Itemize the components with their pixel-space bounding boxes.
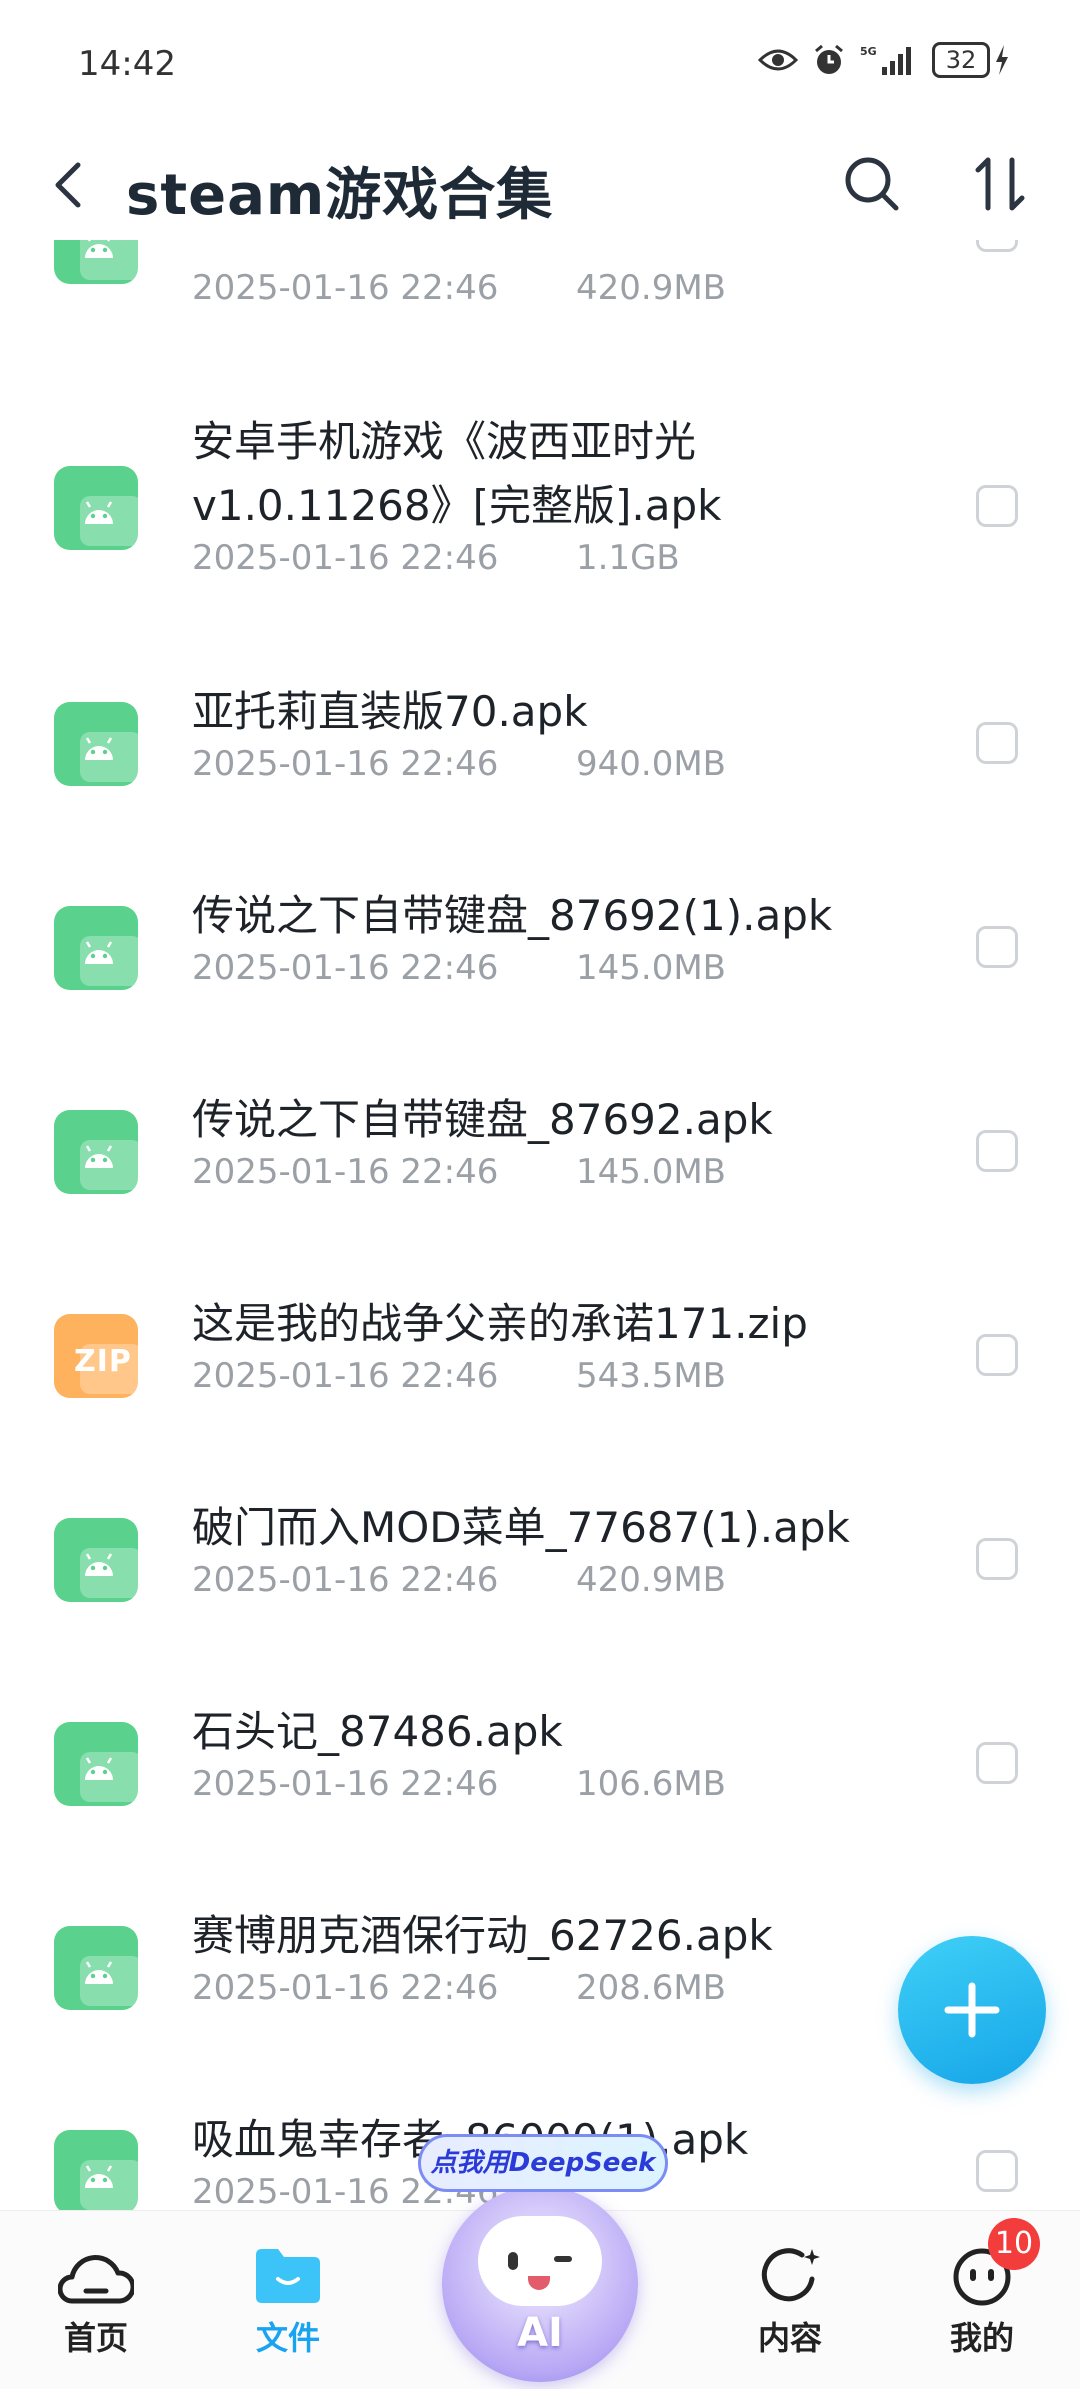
file-date: 2025-01-16 22:46 [192,744,499,784]
deepseek-promo-bubble[interactable]: 点我用DeepSeek [418,2134,668,2192]
back-icon[interactable] [40,155,100,215]
file-date: 2025-01-16 22:46 [192,268,499,308]
file-meta: 2025-01-16 22:46 208.6MB [192,1968,726,2008]
zip-file-icon: ZIP [54,1314,142,1398]
tab-files[interactable]: 文件 [218,2245,358,2359]
file-size: 543.5MB [576,1356,726,1396]
file-date: 2025-01-16 22:46 [192,538,499,578]
alarm-icon [815,44,843,74]
file-size: 145.0MB [576,1152,726,1192]
file-row[interactable]: 传说之下自带键盘_87692.apk 2025-01-16 22:46 145.0… [0,1088,1080,1208]
page-title: steam游戏合集 [126,163,554,228]
folder-icon [256,2249,320,2303]
file-date: 2025-01-16 22:46 [192,1560,499,1600]
file-size: 208.6MB [576,1968,726,2008]
zip-label: ZIP [74,1344,132,1379]
tab-content[interactable]: 内容 [720,2245,860,2359]
file-row[interactable]: 安卓手机游戏《波西亚时光v1.0.11268》[完整版].apk 2025-01… [0,410,1080,578]
file-date: 2025-01-16 22:46 [192,1968,499,2008]
apk-file-icon [54,1518,142,1602]
file-checkbox[interactable] [976,1742,1018,1784]
file-checkbox[interactable] [976,1334,1018,1376]
tab-label: 文件 [255,2319,320,2357]
file-checkbox[interactable] [976,1538,1018,1580]
file-row[interactable]: 亚托莉直装版70.apk 2025-01-16 22:46 940.0MB [0,680,1080,800]
file-name: 传说之下自带键盘_87692(1).apk [192,891,833,940]
apk-file-icon [54,1722,142,1806]
file-size: 940.0MB [576,744,726,784]
file-size: 420.9MB [576,1560,726,1600]
file-name: 传说之下自带键盘_87692.apk [192,1095,773,1144]
file-row[interactable]: 2025-01-16 22:46 420.9MB [0,240,1080,330]
file-name: 亚托莉直装版70.apk [192,687,588,736]
file-row[interactable]: 破门而入MOD菜单_77687(1).apk 2025-01-16 22:46 4… [0,1496,1080,1616]
plus-icon [944,1982,1000,2038]
file-list[interactable]: 2025-01-16 22:46 420.9MB 安卓手机游戏《波西亚时光v1.0… [0,240,1080,2210]
apk-file-icon [54,906,142,990]
file-meta: 2025-01-16 22:46 106.6MB [192,1764,726,1804]
file-size: 420.9MB [576,268,726,308]
file-checkbox[interactable] [976,722,1018,764]
file-meta: 2025-01-16 22:46 145.0MB [192,1152,726,1192]
eye-icon [758,49,798,71]
apk-file-icon [54,1110,142,1194]
file-name: 赛博朋克酒保行动_62726.apk [192,1911,773,1960]
home-cloud-icon [58,2255,134,2304]
file-row[interactable]: 石头记_87486.apk 2025-01-16 22:46 106.6MB [0,1700,1080,1820]
header: steam游戏合集 [0,130,1080,240]
file-name: 安卓手机游戏《波西亚时光v1.0.11268》[完整版].apk [192,417,722,530]
file-date: 2025-01-16 22:46 [192,1764,499,1804]
file-name: 石头记_87486.apk [192,1707,563,1756]
file-checkbox[interactable] [976,2150,1018,2192]
search-icon[interactable] [840,152,904,216]
file-date: 2025-01-16 22:46 [192,948,499,988]
file-meta: 2025-01-16 22:46 145.0MB [192,948,726,988]
file-row[interactable]: ZIP 这是我的战争父亲的承诺171.zip 2025-01-16 22:46 5… [0,1292,1080,1412]
charging-icon [996,45,1008,75]
signal-icon: 5G [860,45,911,75]
ai-label: AI [517,2310,563,2356]
file-size: 1.1GB [576,538,680,578]
file-name: 破门而入MOD菜单_77687(1).apk [192,1503,850,1552]
ai-mascot [478,2216,602,2306]
file-checkbox[interactable] [976,485,1018,527]
apk-file-icon [54,1926,142,2010]
file-size: 106.6MB [576,1764,726,1804]
file-meta: 2025-01-16 22:46 543.5MB [192,1356,726,1396]
file-checkbox[interactable] [976,240,1018,252]
add-button[interactable] [898,1936,1046,2084]
file-size: 145.0MB [576,948,726,988]
ai-mascot-eye [554,2256,572,2262]
status-icons: 5G 32 [758,42,1010,78]
apk-file-icon [54,466,142,550]
file-row[interactable]: 传说之下自带键盘_87692(1).apk 2025-01-16 22:46 14… [0,884,1080,1004]
tab-home[interactable]: 首页 [26,2245,166,2359]
sort-icon[interactable] [968,152,1032,216]
file-name: 这是我的战争父亲的承诺171.zip [192,1299,808,1348]
ai-assistant-button[interactable]: AI [442,2186,638,2382]
battery-indicator: 32 [932,42,1010,78]
status-bar: 14:42 5G 32 [0,0,1080,130]
battery-level: 32 [932,42,990,78]
file-checkbox[interactable] [976,926,1018,968]
apk-file-icon [54,2130,142,2210]
apk-file-icon [54,702,142,786]
ai-mascot-eye [508,2252,518,2270]
tab-label: 首页 [63,2319,128,2357]
tab-label: 内容 [757,2319,822,2357]
file-meta: 2025-01-16 22:46 420.9MB [192,1560,726,1600]
file-date: 2025-01-16 22:46 [192,1152,499,1192]
tab-label: 我的 [949,2319,1014,2357]
file-checkbox[interactable] [976,1130,1018,1172]
file-date: 2025-01-16 22:46 [192,1356,499,1396]
svg-text:5G: 5G [860,45,877,58]
apk-file-icon [54,240,142,284]
file-meta: 2025-01-16 22:46 1.1GB [192,538,680,578]
refresh-sparkle-icon [761,2248,820,2302]
file-meta: 2025-01-16 22:46 940.0MB [192,744,726,784]
file-meta: 2025-01-16 22:46 420.9MB [192,268,726,308]
status-time: 14:42 [78,44,176,84]
notification-badge: 10 [988,2218,1040,2270]
